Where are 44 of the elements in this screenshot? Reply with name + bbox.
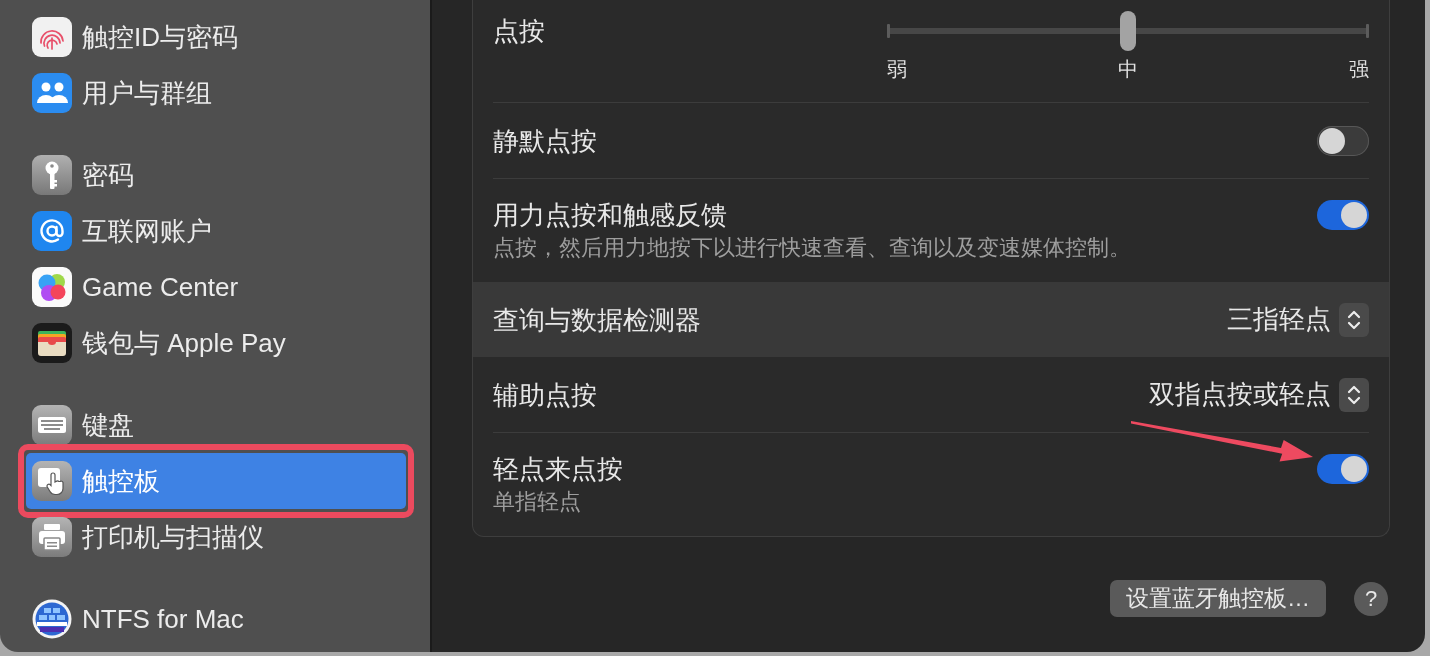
popup-button[interactable]: 三指轻点 xyxy=(1227,302,1369,337)
toggle-switch[interactable] xyxy=(1317,200,1369,230)
slider-thumb[interactable] xyxy=(1120,11,1136,51)
key-icon xyxy=(32,155,72,195)
setting-label: 轻点来点按 xyxy=(493,453,623,485)
stepper-icon xyxy=(1339,377,1369,412)
sidebar-item[interactable]: NTFS for Mac xyxy=(26,591,406,647)
sidebar-item[interactable]: 互联网账户 xyxy=(26,203,406,259)
slider-track[interactable] xyxy=(887,11,1369,51)
disk-icon xyxy=(32,599,72,639)
slider-tick-label: 强 xyxy=(1349,57,1369,81)
printer-icon xyxy=(32,517,72,557)
setting-label: 查询与数据检测器 xyxy=(493,303,701,336)
tick-mark xyxy=(887,24,890,38)
setting-label: 静默点按 xyxy=(493,124,597,157)
sidebar-item[interactable]: 钱包与 Apple Pay xyxy=(26,315,406,371)
at-sign-icon xyxy=(32,211,72,251)
sidebar-item[interactable]: 用户与群组 xyxy=(26,65,406,121)
wallet-icon xyxy=(32,323,72,363)
help-button[interactable]: ? xyxy=(1354,581,1388,616)
bubbles-icon xyxy=(32,267,72,307)
trackpad-icon xyxy=(32,461,72,501)
sidebar-item[interactable]: 触控板 xyxy=(26,453,406,509)
setting-description: 点按，然后用力地按下以进行快速查看、查询以及变速媒体控制。 xyxy=(493,234,1131,262)
popup-button[interactable]: 双指点按或轻点 xyxy=(1149,377,1369,412)
tick-mark xyxy=(1366,24,1369,38)
setting-label: 辅助点按 xyxy=(493,378,597,411)
slider-tick-label: 弱 xyxy=(887,57,907,81)
setup-button[interactable]: 设置蓝牙触控板… xyxy=(1110,580,1326,617)
sidebar-item[interactable]: 密码 xyxy=(26,147,406,203)
fingerprint-icon xyxy=(32,17,72,57)
sidebar-item[interactable]: 触控ID与密码 xyxy=(26,9,406,65)
setting-label: 用力点按和触感反馈 xyxy=(493,199,727,231)
setting-label: 点按 xyxy=(493,15,545,48)
slider-tick-label: 中 xyxy=(1118,57,1138,81)
setting-description: 单指轻点 xyxy=(493,488,581,516)
sidebar-item[interactable]: 打印机与扫描仪 xyxy=(26,509,406,565)
keyboard-icon xyxy=(32,405,72,445)
sidebar-item[interactable]: Game Center xyxy=(26,259,406,315)
toggle-switch[interactable] xyxy=(1317,125,1369,156)
users-icon xyxy=(32,73,72,113)
stepper-icon xyxy=(1339,302,1369,337)
toggle-switch[interactable] xyxy=(1317,454,1369,484)
sidebar-item[interactable]: 键盘 xyxy=(26,397,406,453)
